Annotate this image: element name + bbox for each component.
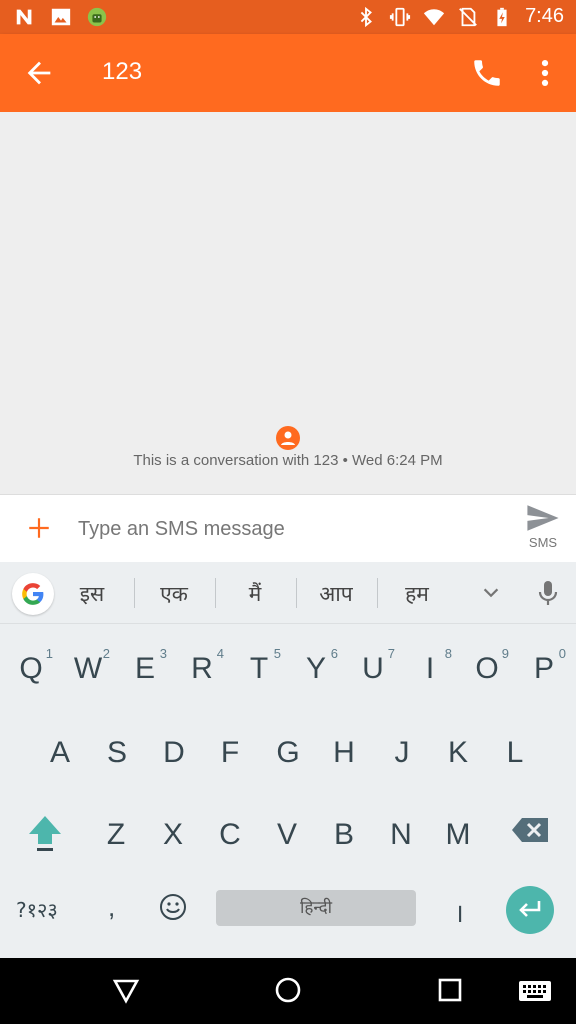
navigation-bar [0,958,576,1024]
key-o[interactable]: O9 [461,634,513,698]
symbols-key[interactable]: ?१२३ [16,896,58,923]
suggestion-2[interactable]: एक [134,580,214,608]
period-key[interactable]: । [454,894,464,930]
key-h[interactable]: H [318,718,370,782]
key-s[interactable]: S [91,718,143,782]
key-p[interactable]: P0 [518,634,570,698]
keyboard: Q1 W2 E3 R4 T5 Y6 U7 I8 O9 P0 A S D F G … [0,624,576,958]
key-b[interactable]: B [318,800,370,864]
send-label: SMS [528,535,558,550]
key-q[interactable]: Q1 [5,634,57,698]
message-input[interactable] [78,513,498,545]
arrow-back-icon[interactable] [22,56,56,90]
space-key[interactable]: हिन्दी [216,890,416,926]
composer: SMS [0,494,576,562]
key-c[interactable]: C [204,800,256,864]
suggestion-strip: इस एक मैं आप हम [0,562,576,624]
key-v[interactable]: V [261,800,313,864]
add-attachment-icon[interactable] [26,515,52,541]
emoji-icon[interactable] [158,892,188,922]
avatar [276,426,300,450]
key-k[interactable]: K [432,718,484,782]
wifi-icon [423,8,445,25]
send-button[interactable]: SMS [520,503,566,557]
conversation-info: This is a conversation with 123 • Wed 6:… [133,452,443,469]
android-icon [87,7,107,27]
keyboard-switch-icon[interactable] [518,980,552,1002]
key-d[interactable]: D [148,718,200,782]
bluetooth-icon [360,6,373,27]
key-f[interactable]: F [204,718,256,782]
suggestion-5[interactable]: हम [377,580,457,608]
app-bar: 123 [0,34,576,112]
comma-key[interactable]: , [108,892,115,923]
microphone-icon[interactable] [536,578,560,608]
chevron-down-icon[interactable] [480,582,502,604]
no-sim-icon [459,7,477,26]
key-m[interactable]: M [432,800,484,864]
key-a[interactable]: A [34,718,86,782]
key-y[interactable]: Y6 [290,634,342,698]
key-x[interactable]: X [147,800,199,864]
key-i[interactable]: I8 [404,634,456,698]
battery-charging-icon [497,7,507,26]
enter-icon [519,901,541,917]
more-vert-icon[interactable] [532,56,558,90]
send-icon [527,505,559,531]
conversation-area[interactable]: This is a conversation with 123 • Wed 6:… [0,112,576,494]
key-j[interactable]: J [376,718,428,782]
nav-back-icon[interactable] [112,978,140,1004]
google-button[interactable] [12,573,54,615]
suggestion-1[interactable]: इस [52,580,132,608]
vibrate-icon [389,7,411,26]
key-l[interactable]: L [489,718,541,782]
google-g-icon [22,583,44,605]
key-e[interactable]: E3 [119,634,171,698]
backspace-icon[interactable] [510,816,550,844]
person-icon [281,431,295,445]
conversation-title: 123 [102,58,143,85]
key-u[interactable]: U7 [347,634,399,698]
key-n[interactable]: N [375,800,427,864]
nav-recents-icon[interactable] [438,978,462,1002]
enter-key[interactable] [506,886,554,934]
status-time: 7:46 [525,5,564,27]
key-z[interactable]: Z [90,800,142,864]
suggestion-4[interactable]: आप [296,580,376,608]
key-t[interactable]: T5 [233,634,285,698]
status-bar: 7:46 [0,0,576,34]
image-icon [51,8,71,26]
key-g[interactable]: G [262,718,314,782]
shift-key-icon[interactable] [26,814,64,854]
key-w[interactable]: W2 [62,634,114,698]
nav-home-icon[interactable] [274,976,302,1004]
key-r[interactable]: R4 [176,634,228,698]
suggestion-3[interactable]: मैं [215,580,295,608]
phone-icon[interactable] [470,56,504,90]
notification-n-icon [16,9,32,25]
